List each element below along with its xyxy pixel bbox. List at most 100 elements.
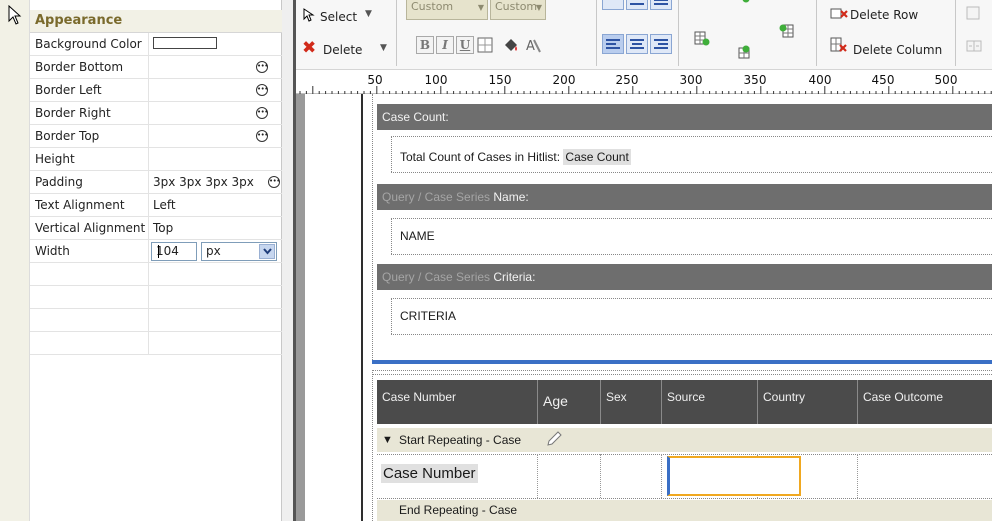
font-family-combo[interactable]: Custom ▼ [406, 0, 488, 20]
table-cell[interactable]: Case Number [377, 454, 538, 498]
ruler-label: 50 [367, 73, 383, 87]
toolbar-separator [678, 0, 679, 66]
toolbar-separator [396, 0, 397, 66]
property-value[interactable]: ••• [148, 79, 282, 101]
guide-line [391, 136, 392, 172]
property-value[interactable]: Left [148, 194, 282, 216]
case-count-field[interactable]: Case Count [563, 149, 631, 165]
property-value[interactable]: 3px 3px 3px 3px ••• [148, 171, 282, 193]
ellipsis-button-icon[interactable]: ••• [256, 130, 268, 142]
align-button-top-3[interactable] [650, 0, 672, 10]
property-row-width[interactable]: Width 104 px [30, 240, 282, 263]
query-band-prefix: Query / Case Series [382, 270, 491, 284]
property-row-padding[interactable]: Padding 3px 3px 3px 3px ••• [30, 171, 282, 194]
column-header-age[interactable]: Age [538, 380, 601, 424]
property-value[interactable] [148, 148, 282, 170]
insert-row-below-icon[interactable] [736, 44, 752, 60]
merge-cells-icon[interactable] [966, 6, 980, 20]
end-repeating-band[interactable]: End Repeating - Case [377, 500, 992, 521]
italic-button[interactable]: I [436, 36, 454, 54]
ellipsis-button-icon[interactable]: ••• [256, 61, 268, 73]
select-button[interactable]: Select [320, 10, 357, 24]
select-arrow-icon[interactable] [302, 8, 316, 22]
total-count-text[interactable]: Total Count of Cases in Hitlist: Case Co… [400, 149, 631, 165]
color-swatch[interactable] [153, 37, 217, 49]
property-row-border-top[interactable]: Border Top ••• [30, 125, 282, 148]
delete-dropdown-icon[interactable]: ▼ [380, 43, 387, 53]
delete-x-icon[interactable]: ✖ [302, 38, 316, 58]
insert-column-icon[interactable] [779, 22, 795, 38]
toolbar-separator [596, 0, 597, 66]
table-cell[interactable] [601, 454, 662, 498]
unit-select[interactable]: px [201, 242, 277, 261]
canvas-margin-strip [296, 94, 305, 521]
query-criteria-band[interactable]: Query / Case Series Criteria: [377, 264, 992, 290]
property-value[interactable]: ••• [148, 125, 282, 147]
delete-column-icon[interactable] [830, 36, 848, 54]
ellipsis-button-icon[interactable]: ••• [256, 107, 268, 119]
panel-splitter[interactable] [282, 0, 296, 521]
ellipsis-button-icon[interactable]: ••• [256, 84, 268, 96]
property-value[interactable] [148, 33, 282, 55]
font-size-combo[interactable]: Custom ▼ [490, 0, 546, 20]
select-dropdown-icon[interactable]: ▼ [365, 9, 372, 19]
align-button-top-1[interactable] [602, 0, 624, 10]
case-count-band[interactable]: Case Count: [377, 104, 992, 130]
column-header-source[interactable]: Source [662, 380, 758, 424]
bold-button[interactable]: B [416, 36, 434, 54]
pencil-icon[interactable] [545, 430, 563, 448]
align-button-top-2[interactable] [626, 0, 648, 10]
property-row-border-right[interactable]: Border Right ••• [30, 102, 282, 125]
table-icon-partial[interactable] [738, 0, 754, 6]
property-row-empty [30, 286, 282, 309]
section-separator[interactable] [372, 360, 992, 364]
align-right-button[interactable] [650, 34, 672, 54]
font-family-value: Custom [411, 0, 454, 13]
width-input[interactable]: 104 [151, 242, 197, 261]
delete-button[interactable]: Delete [323, 43, 362, 57]
guide-line [377, 498, 992, 499]
align-center-button[interactable] [626, 34, 648, 54]
property-row-border-left[interactable]: Border Left ••• [30, 79, 282, 102]
property-value[interactable]: ••• [148, 56, 282, 78]
property-value: 104 px [148, 240, 282, 262]
property-value[interactable]: ••• [148, 102, 282, 124]
report-design-canvas[interactable]: Case Count: Total Count of Cases in Hitl… [296, 94, 992, 521]
guide-line [391, 298, 392, 334]
width-input-value: 104 [156, 244, 179, 258]
column-header-country[interactable]: Country [758, 380, 858, 424]
section-header-appearance[interactable]: Appearance [30, 10, 282, 33]
align-left-button[interactable] [602, 34, 624, 54]
underline-button[interactable]: U [456, 36, 474, 54]
property-row-text-alignment[interactable]: Text Alignment Left [30, 194, 282, 217]
property-row-height[interactable]: Height [30, 148, 282, 171]
query-name-band[interactable]: Query / Case Series Name: [377, 184, 992, 210]
start-repeating-band[interactable]: ▼ Start Repeating - Case [377, 428, 992, 452]
insert-row-above-icon[interactable] [694, 30, 710, 46]
property-row-empty [30, 309, 282, 332]
column-header-case-outcome[interactable]: Case Outcome [858, 380, 992, 424]
property-row-background-color[interactable]: Background Color [30, 33, 282, 56]
property-value[interactable]: Top [148, 217, 282, 239]
selected-cell[interactable] [667, 456, 801, 496]
criteria-field[interactable]: CRITERIA [400, 309, 456, 323]
case-number-field[interactable]: Case Number [381, 464, 478, 483]
split-cells-icon[interactable] [966, 38, 982, 54]
text-style-icon[interactable]: A [524, 36, 542, 54]
table-cell[interactable] [858, 454, 992, 498]
property-row-vertical-alignment[interactable]: Vertical Alignment Top [30, 217, 282, 240]
table-cell[interactable] [538, 454, 601, 498]
fill-color-icon[interactable] [502, 36, 520, 54]
delete-row-icon[interactable] [830, 6, 848, 20]
property-row-border-bottom[interactable]: Border Bottom ••• [30, 56, 282, 79]
column-header-case-number[interactable]: Case Number [377, 380, 538, 424]
delete-column-button[interactable]: Delete Column [853, 43, 942, 57]
border-grid-icon[interactable] [477, 37, 493, 53]
guide-line [391, 136, 992, 137]
triangle-down-icon[interactable]: ▼ [382, 428, 393, 452]
delete-row-button[interactable]: Delete Row [850, 8, 918, 22]
name-field[interactable]: NAME [400, 229, 435, 243]
ellipsis-button-icon[interactable]: ••• [268, 176, 280, 188]
chevron-down-icon[interactable] [259, 244, 275, 259]
column-header-sex[interactable]: Sex [601, 380, 662, 424]
